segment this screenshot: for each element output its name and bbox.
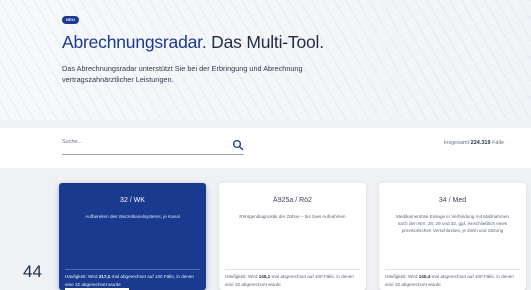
title-secondary: Das Multi-Tool. <box>206 32 324 52</box>
frequency-prefix: Häufigkeit: Wird <box>225 274 259 279</box>
code-card-32-wk[interactable]: 32 / WK Aufbereiten des Wurzelkanalsyste… <box>59 183 206 290</box>
card-frequency: Häufigkeit: Wird 145,4-mal abgerechnet a… <box>385 273 520 289</box>
total-cases: Insgesamt 224.319 Fälle <box>444 140 504 146</box>
frequency-count: 217,1 <box>98 274 111 279</box>
page-number: 44 <box>23 262 42 281</box>
frequency-prefix: Häufigkeit: Wird <box>385 274 419 279</box>
code-card-34-med[interactable]: 34 / Med Medikamentöse Einlage in Verbin… <box>379 183 526 290</box>
total-suffix: Fälle <box>490 140 504 146</box>
search-icon[interactable] <box>232 138 244 151</box>
page-subtitle: Das Abrechnungsradar unterstützt Sie bei… <box>62 64 303 84</box>
search-input[interactable] <box>62 137 244 155</box>
search-placeholder: Suche... <box>62 139 83 145</box>
card-description: Medikamentöse Einlage in Verbindung mit … <box>396 214 509 234</box>
total-prefix: Insgesamt <box>443 140 471 146</box>
card-code: 32 / WK <box>120 197 145 204</box>
hero-banner <box>0 0 531 120</box>
new-badge: NEU <box>62 16 80 24</box>
card-divider <box>385 269 520 270</box>
card-code: 34 / Med <box>438 197 467 204</box>
code-card-a925a-ro2[interactable]: Ä925a / Rö2 Röntgendiagnostik der Zähne … <box>219 183 366 290</box>
title-primary: Abrechnungsradar. <box>62 32 207 52</box>
card-description: Aufbereiten des Wurzelkanalsystems, je K… <box>85 214 180 219</box>
page-title: Abrechnungsradar. Das Multi-Tool. <box>62 31 324 53</box>
total-count: 224.319 <box>470 140 491 146</box>
card-divider <box>225 269 360 270</box>
frequency-prefix: Häufigkeit: Wird <box>65 274 99 279</box>
card-frequency: Häufigkeit: Wird 145,1-mal abgerechnet a… <box>225 273 360 289</box>
card-frequency: Häufigkeit: Wird 217,1-mal abgerechnet a… <box>65 273 200 289</box>
frequency-count: 145,4 <box>418 274 431 279</box>
card-divider <box>65 269 200 270</box>
card-code: Ä925a / Rö2 <box>273 197 312 204</box>
frequency-count: 145,1 <box>258 274 271 279</box>
card-description: Röntgendiagnostik der Zähne – bis zwei A… <box>239 214 346 219</box>
